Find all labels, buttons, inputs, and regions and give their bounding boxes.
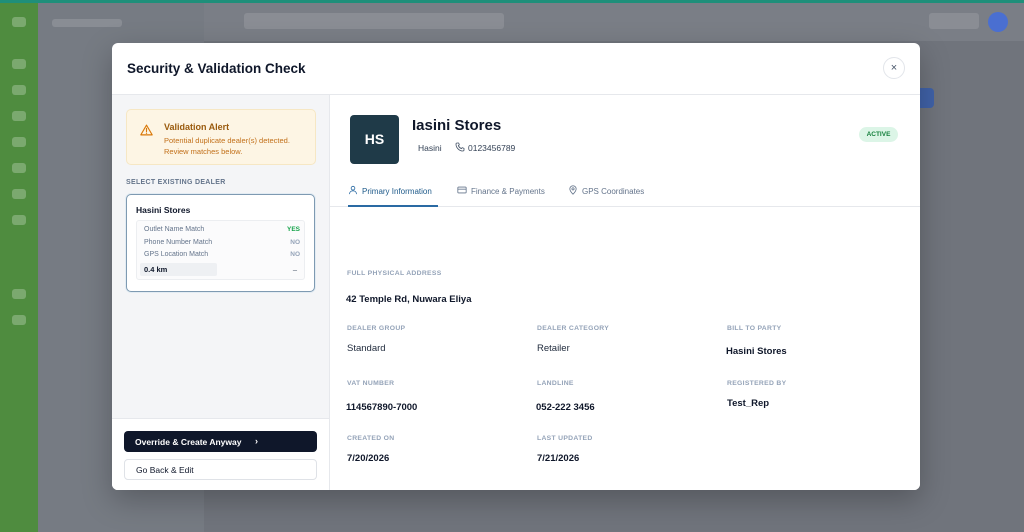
user-icon — [349, 185, 357, 195]
bill-to-label: BILL TO PARTY — [727, 325, 782, 332]
vat-label: VAT NUMBER — [347, 380, 395, 387]
match-details: Outlet Name Match YES Phone Number Match… — [136, 220, 305, 280]
match-value: YES — [286, 226, 300, 233]
map-pin-icon — [569, 185, 577, 195]
match-label: Outlet Name Match — [144, 226, 205, 233]
backdrop-header — [204, 3, 1024, 41]
validation-alert: Validation Alert Potential duplicate dea… — [126, 109, 316, 165]
existing-dealer-name: Hasini Stores — [136, 205, 191, 215]
tab-label: Primary Information — [362, 187, 432, 196]
close-button[interactable]: × — [883, 57, 905, 79]
modal-title: Security & Validation Check — [127, 61, 306, 76]
match-row-gps-location: GPS Location Match NO — [144, 250, 300, 262]
action-footer: Override & Create Anyway › Go Back & Edi… — [112, 418, 329, 490]
dealer-owner: Hasini — [418, 143, 442, 153]
validation-modal: Security & Validation Check × Validation… — [112, 43, 920, 490]
backdrop-avatar — [988, 12, 1008, 32]
detail-tabs: Primary Information Finance & Payments G… — [330, 175, 920, 207]
last-updated-value: 7/21/2026 — [537, 453, 580, 464]
tab-label: GPS Coordinates — [582, 187, 645, 196]
override-create-button[interactable]: Override & Create Anyway › — [124, 431, 317, 452]
created-on-label: CREATED ON — [347, 435, 395, 442]
match-value: NO — [290, 251, 300, 258]
match-value: NO — [290, 239, 300, 246]
dealer-name: Iasini Stores — [412, 117, 502, 134]
registered-by-label: REGISTERED BY — [727, 380, 787, 387]
landline-label: LANDLINE — [537, 380, 574, 387]
chevron-right-icon: › — [255, 436, 258, 446]
status-badge: ACTIVE — [859, 127, 898, 142]
credit-card-icon — [457, 186, 467, 194]
distance-extra: – — [292, 265, 297, 274]
dealer-avatar: HS — [350, 115, 399, 164]
landline-value: 052-222 3456 — [536, 402, 595, 413]
modal-header: Security & Validation Check × — [112, 43, 920, 95]
alert-message: Potential duplicate dealer(s) detected. … — [164, 136, 290, 156]
go-back-label: Go Back & Edit — [136, 465, 194, 475]
dealer-category-value: Retailer — [537, 343, 570, 354]
tab-finance-payments[interactable]: Finance & Payments — [457, 175, 553, 207]
existing-dealer-card[interactable]: Hasini Stores Outlet Name Match YES Phon… — [126, 194, 315, 292]
match-row-phone-number: Phone Number Match NO — [144, 238, 300, 250]
dealer-detail-panel: HS Iasini Stores Hasini 0123456789 ACTIV… — [330, 95, 920, 490]
tab-primary-information[interactable]: Primary Information — [348, 175, 438, 207]
left-panel: Validation Alert Potential duplicate dea… — [112, 95, 330, 490]
backdrop-icon-rail — [0, 3, 38, 532]
bill-to-value: Hasini Stores — [726, 346, 787, 357]
select-dealer-label: SELECT EXISTING DEALER — [126, 179, 226, 186]
distance-chip: 0.4 km — [140, 263, 217, 276]
dealer-group-label: DEALER GROUP — [347, 325, 406, 332]
dealer-phone: 0123456789 — [468, 143, 516, 153]
match-row-outlet-name: Outlet Name Match YES — [144, 225, 300, 237]
dealer-group-value: Standard — [347, 343, 386, 354]
created-on-value: 7/20/2026 — [347, 453, 390, 464]
distance-value: 0.4 km — [144, 265, 168, 274]
alert-title: Validation Alert — [164, 122, 230, 132]
vat-value: 114567890-7000 — [346, 402, 418, 413]
tab-label: Finance & Payments — [471, 187, 545, 196]
address-value: 42 Temple Rd, Nuwara Eliya — [346, 294, 472, 305]
match-label: GPS Location Match — [144, 251, 209, 258]
override-label: Override & Create Anyway — [135, 437, 242, 447]
address-label: FULL PHYSICAL ADDRESS — [347, 270, 442, 277]
tab-gps-coordinates[interactable]: GPS Coordinates — [568, 175, 654, 207]
phone-icon — [455, 142, 465, 152]
registered-by-value: Test_Rep — [727, 398, 770, 409]
match-label: Phone Number Match — [144, 239, 213, 246]
dealer-category-label: DEALER CATEGORY — [537, 325, 610, 332]
go-back-edit-button[interactable]: Go Back & Edit — [124, 459, 317, 480]
warning-triangle-icon — [140, 124, 153, 136]
last-updated-label: LAST UPDATED — [537, 435, 593, 442]
